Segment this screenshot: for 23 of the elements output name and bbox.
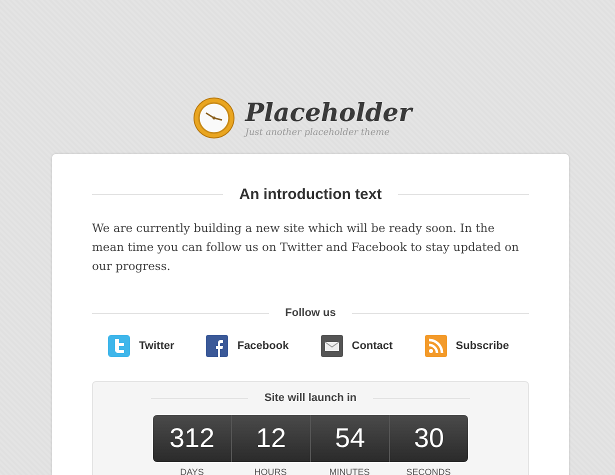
- countdown-digit: 312: [153, 415, 231, 462]
- countdown-heading: Site will launch in: [264, 392, 357, 404]
- social-link[interactable]: Facebook: [206, 335, 289, 357]
- intro-paragraph: We are currently building a new site which will be ready soon. In the mean time you can follow us on Twitter and Facebook to stay updated on our progress.: [92, 220, 520, 275]
- countdown-label: DAYS: [180, 467, 204, 475]
- countdown-digit: 30: [389, 415, 468, 462]
- twitter-icon: [108, 335, 130, 357]
- social-link[interactable]: Twitter: [108, 335, 174, 357]
- countdown-label: SECONDS: [406, 467, 451, 475]
- site-tagline: Just another placeholder theme: [245, 128, 391, 138]
- countdown-label: MINUTES: [329, 467, 370, 475]
- social-link[interactable]: Subscribe: [424, 335, 509, 357]
- envelope-icon: [320, 335, 343, 357]
- facebook-icon: [206, 335, 228, 357]
- countdown-digit: 54: [310, 415, 389, 462]
- countdown-label: HOURS: [254, 467, 287, 475]
- clock-icon: [193, 96, 236, 138]
- rss-icon: [424, 335, 447, 357]
- section-heading: Follow us: [285, 307, 336, 319]
- site-title: Placeholder: [245, 98, 412, 128]
- section-heading: An introduction text: [239, 186, 382, 203]
- social-link[interactable]: Contact: [320, 335, 393, 357]
- countdown-digit: 12: [231, 415, 310, 462]
